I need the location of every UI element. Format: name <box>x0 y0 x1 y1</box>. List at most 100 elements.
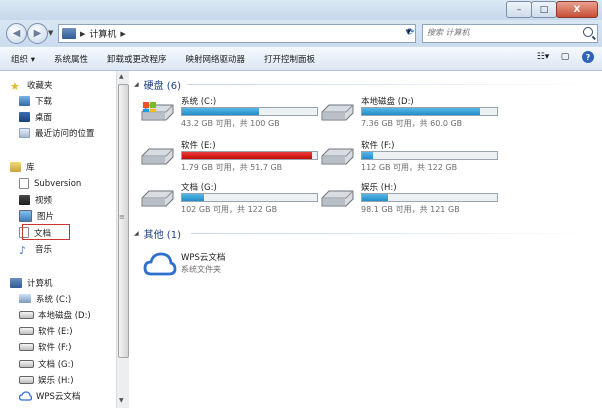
drive-free-space: 98.1 GB 可用，共 121 GB <box>361 205 460 214</box>
collapse-arrow-icon[interactable]: ◢ <box>134 230 139 237</box>
library-icon <box>10 161 21 172</box>
drive-usage-fill <box>182 108 259 115</box>
desktop-icon <box>19 111 30 122</box>
item-name: WPS云文档 <box>181 253 226 263</box>
nav-label: Subversion <box>34 178 82 189</box>
open-control-panel-button[interactable]: 打开控制面板 <box>264 53 315 65</box>
breadcrumb-separator-icon[interactable]: ▶ <box>120 30 125 38</box>
map-network-drive-button[interactable]: 映射网络驱动器 <box>186 53 246 65</box>
nav-libraries[interactable]: 库 <box>10 159 35 174</box>
maximize-button[interactable]: □ <box>531 1 557 18</box>
nav-item-pictures[interactable]: 图片 <box>19 208 54 223</box>
drive-usage-fill <box>362 194 388 201</box>
nav-item-subversion[interactable]: Subversion <box>19 176 81 191</box>
back-button[interactable]: ◀ <box>6 23 27 44</box>
drive-free-space: 43.2 GB 可用，共 100 GB <box>181 119 280 128</box>
drive-tile[interactable]: 本地磁盘 (D:) 7.36 GB 可用，共 60.0 GB <box>319 95 498 131</box>
drive-usage-bar <box>361 107 498 116</box>
nav-label: 收藏夹 <box>27 80 53 91</box>
star-icon: ★ <box>10 79 20 93</box>
nav-favorites[interactable]: ★ 收藏夹 <box>10 77 53 93</box>
hard-drive-icon <box>19 359 34 368</box>
close-button[interactable]: X <box>556 1 598 18</box>
drive-tile[interactable]: 文档 (G:) 102 GB 可用，共 122 GB <box>139 181 318 217</box>
content-pane: ◢ 硬盘 (6) 系统 (C:) 43.2 GB 可用，共 100 GB 本地磁盘 … <box>129 71 602 408</box>
hard-drive-icon <box>19 326 34 335</box>
nav-computer[interactable]: 计算机 <box>10 275 53 290</box>
hard-drive-icon <box>321 104 354 121</box>
forward-button[interactable]: ▶ <box>27 23 48 44</box>
system-properties-button[interactable]: 系统属性 <box>54 53 88 65</box>
group-header-other[interactable]: ◢ 其他 (1) <box>134 226 181 241</box>
drive-tile[interactable]: 娱乐 (H:) 98.1 GB 可用，共 121 GB <box>319 181 498 217</box>
computer-icon <box>62 28 76 39</box>
pane-splitter-grip[interactable]: ≡ <box>119 213 125 221</box>
nav-item-drive-g[interactable]: 文档 (G:) <box>19 356 74 371</box>
minimize-button[interactable]: – <box>506 1 532 18</box>
drive-usage-bar <box>181 151 318 160</box>
search-input[interactable] <box>427 26 577 39</box>
uninstall-program-button[interactable]: 卸载或更改程序 <box>107 53 167 65</box>
nav-item-downloads[interactable]: 下载 <box>19 93 52 108</box>
search-icon[interactable] <box>583 27 593 37</box>
organize-button[interactable]: 组织 ▾ <box>11 53 35 65</box>
scroll-up-icon[interactable]: ▲ <box>119 73 124 80</box>
scroll-thumb[interactable] <box>118 84 129 358</box>
hard-drive-icon <box>141 148 174 165</box>
drive-usage-bar <box>361 151 498 160</box>
nav-label: 库 <box>26 162 35 173</box>
search-box[interactable] <box>422 24 598 43</box>
help-icon[interactable]: ? <box>582 51 594 63</box>
address-bar[interactable]: ▶ 计算机 ▶ ▼ <box>58 24 416 43</box>
drive-tile[interactable]: 软件 (E:) 1.79 GB 可用，共 51.7 GB <box>139 139 318 175</box>
breadcrumb-separator-icon[interactable]: ▶ <box>80 30 85 38</box>
breadcrumb-computer[interactable]: 计算机 <box>89 27 116 40</box>
nav-item-drive-c[interactable]: 系统 (C:) <box>19 291 71 306</box>
nav-item-drive-d[interactable]: 本地磁盘 (D:) <box>19 307 91 322</box>
download-folder-icon <box>19 95 30 106</box>
drive-free-space: 102 GB 可用，共 122 GB <box>181 205 278 214</box>
drive-name: 软件 (F:) <box>361 141 395 151</box>
forward-arrow-icon: ▶ <box>33 28 42 39</box>
scroll-down-icon[interactable]: ▼ <box>119 397 124 404</box>
music-note-icon: ♪ <box>19 243 27 257</box>
hard-drive-icon <box>19 342 34 351</box>
nav-item-videos[interactable]: 视频 <box>19 192 52 207</box>
change-view-icon[interactable]: ☷▾ <box>536 50 550 64</box>
drive-usage-fill <box>182 152 313 159</box>
drive-name: 娱乐 (H:) <box>361 183 397 193</box>
nav-item-music[interactable]: ♪ 音乐 <box>19 241 52 257</box>
drive-free-space: 7.36 GB 可用，共 60.0 GB <box>361 119 463 128</box>
drive-free-space: 1.79 GB 可用，共 51.7 GB <box>181 163 283 172</box>
drive-usage-fill <box>182 194 205 201</box>
preview-pane-icon[interactable]: ▢ <box>558 50 572 64</box>
collapse-arrow-icon[interactable]: ◢ <box>134 81 139 88</box>
nav-item-recent-places[interactable]: 最近访问的位置 <box>19 125 95 140</box>
picture-library-icon <box>19 209 32 222</box>
title-bar: – □ X <box>0 0 602 20</box>
drive-tile[interactable]: 软件 (F:) 112 GB 可用，共 122 GB <box>319 139 498 175</box>
nav-item-wps-cloud[interactable]: WPS云文档 <box>19 388 80 403</box>
nav-label: 图片 <box>37 211 55 222</box>
group-title: 硬盘 (6) <box>143 80 181 92</box>
recent-pages-dropdown[interactable]: ▼ <box>48 29 53 37</box>
nav-item-drive-f[interactable]: 软件 (F:) <box>19 339 71 354</box>
nav-item-desktop[interactable]: 桌面 <box>19 109 52 124</box>
nav-scrollbar[interactable]: ▲ ▼ <box>116 71 129 408</box>
refresh-icon: ⟳ <box>406 27 415 38</box>
nav-item-drive-e[interactable]: 软件 (E:) <box>19 323 73 338</box>
group-divider <box>187 84 597 85</box>
group-header-hard-disks[interactable]: ◢ 硬盘 (6) <box>134 77 181 92</box>
drive-usage-fill <box>362 152 374 159</box>
refresh-button[interactable]: ⟳ <box>404 25 417 40</box>
nav-label: WPS云文档 <box>36 391 81 402</box>
wps-cloud-item[interactable]: WPS云文档 系统文件夹 <box>143 249 343 279</box>
drive-name: 本地磁盘 (D:) <box>361 97 414 107</box>
video-library-icon <box>19 194 30 205</box>
cloud-icon <box>19 390 32 401</box>
documents-highlight-box <box>22 224 70 240</box>
drive-tile[interactable]: 系统 (C:) 43.2 GB 可用，共 100 GB <box>139 95 318 131</box>
nav-label: 本地磁盘 (D:) <box>38 310 91 321</box>
nav-item-drive-h[interactable]: 娱乐 (H:) <box>19 372 74 387</box>
navigation-pane: ★ 收藏夹 下载 桌面 最近访问的位置 库 Subversion 视频 图片 文… <box>0 71 116 408</box>
